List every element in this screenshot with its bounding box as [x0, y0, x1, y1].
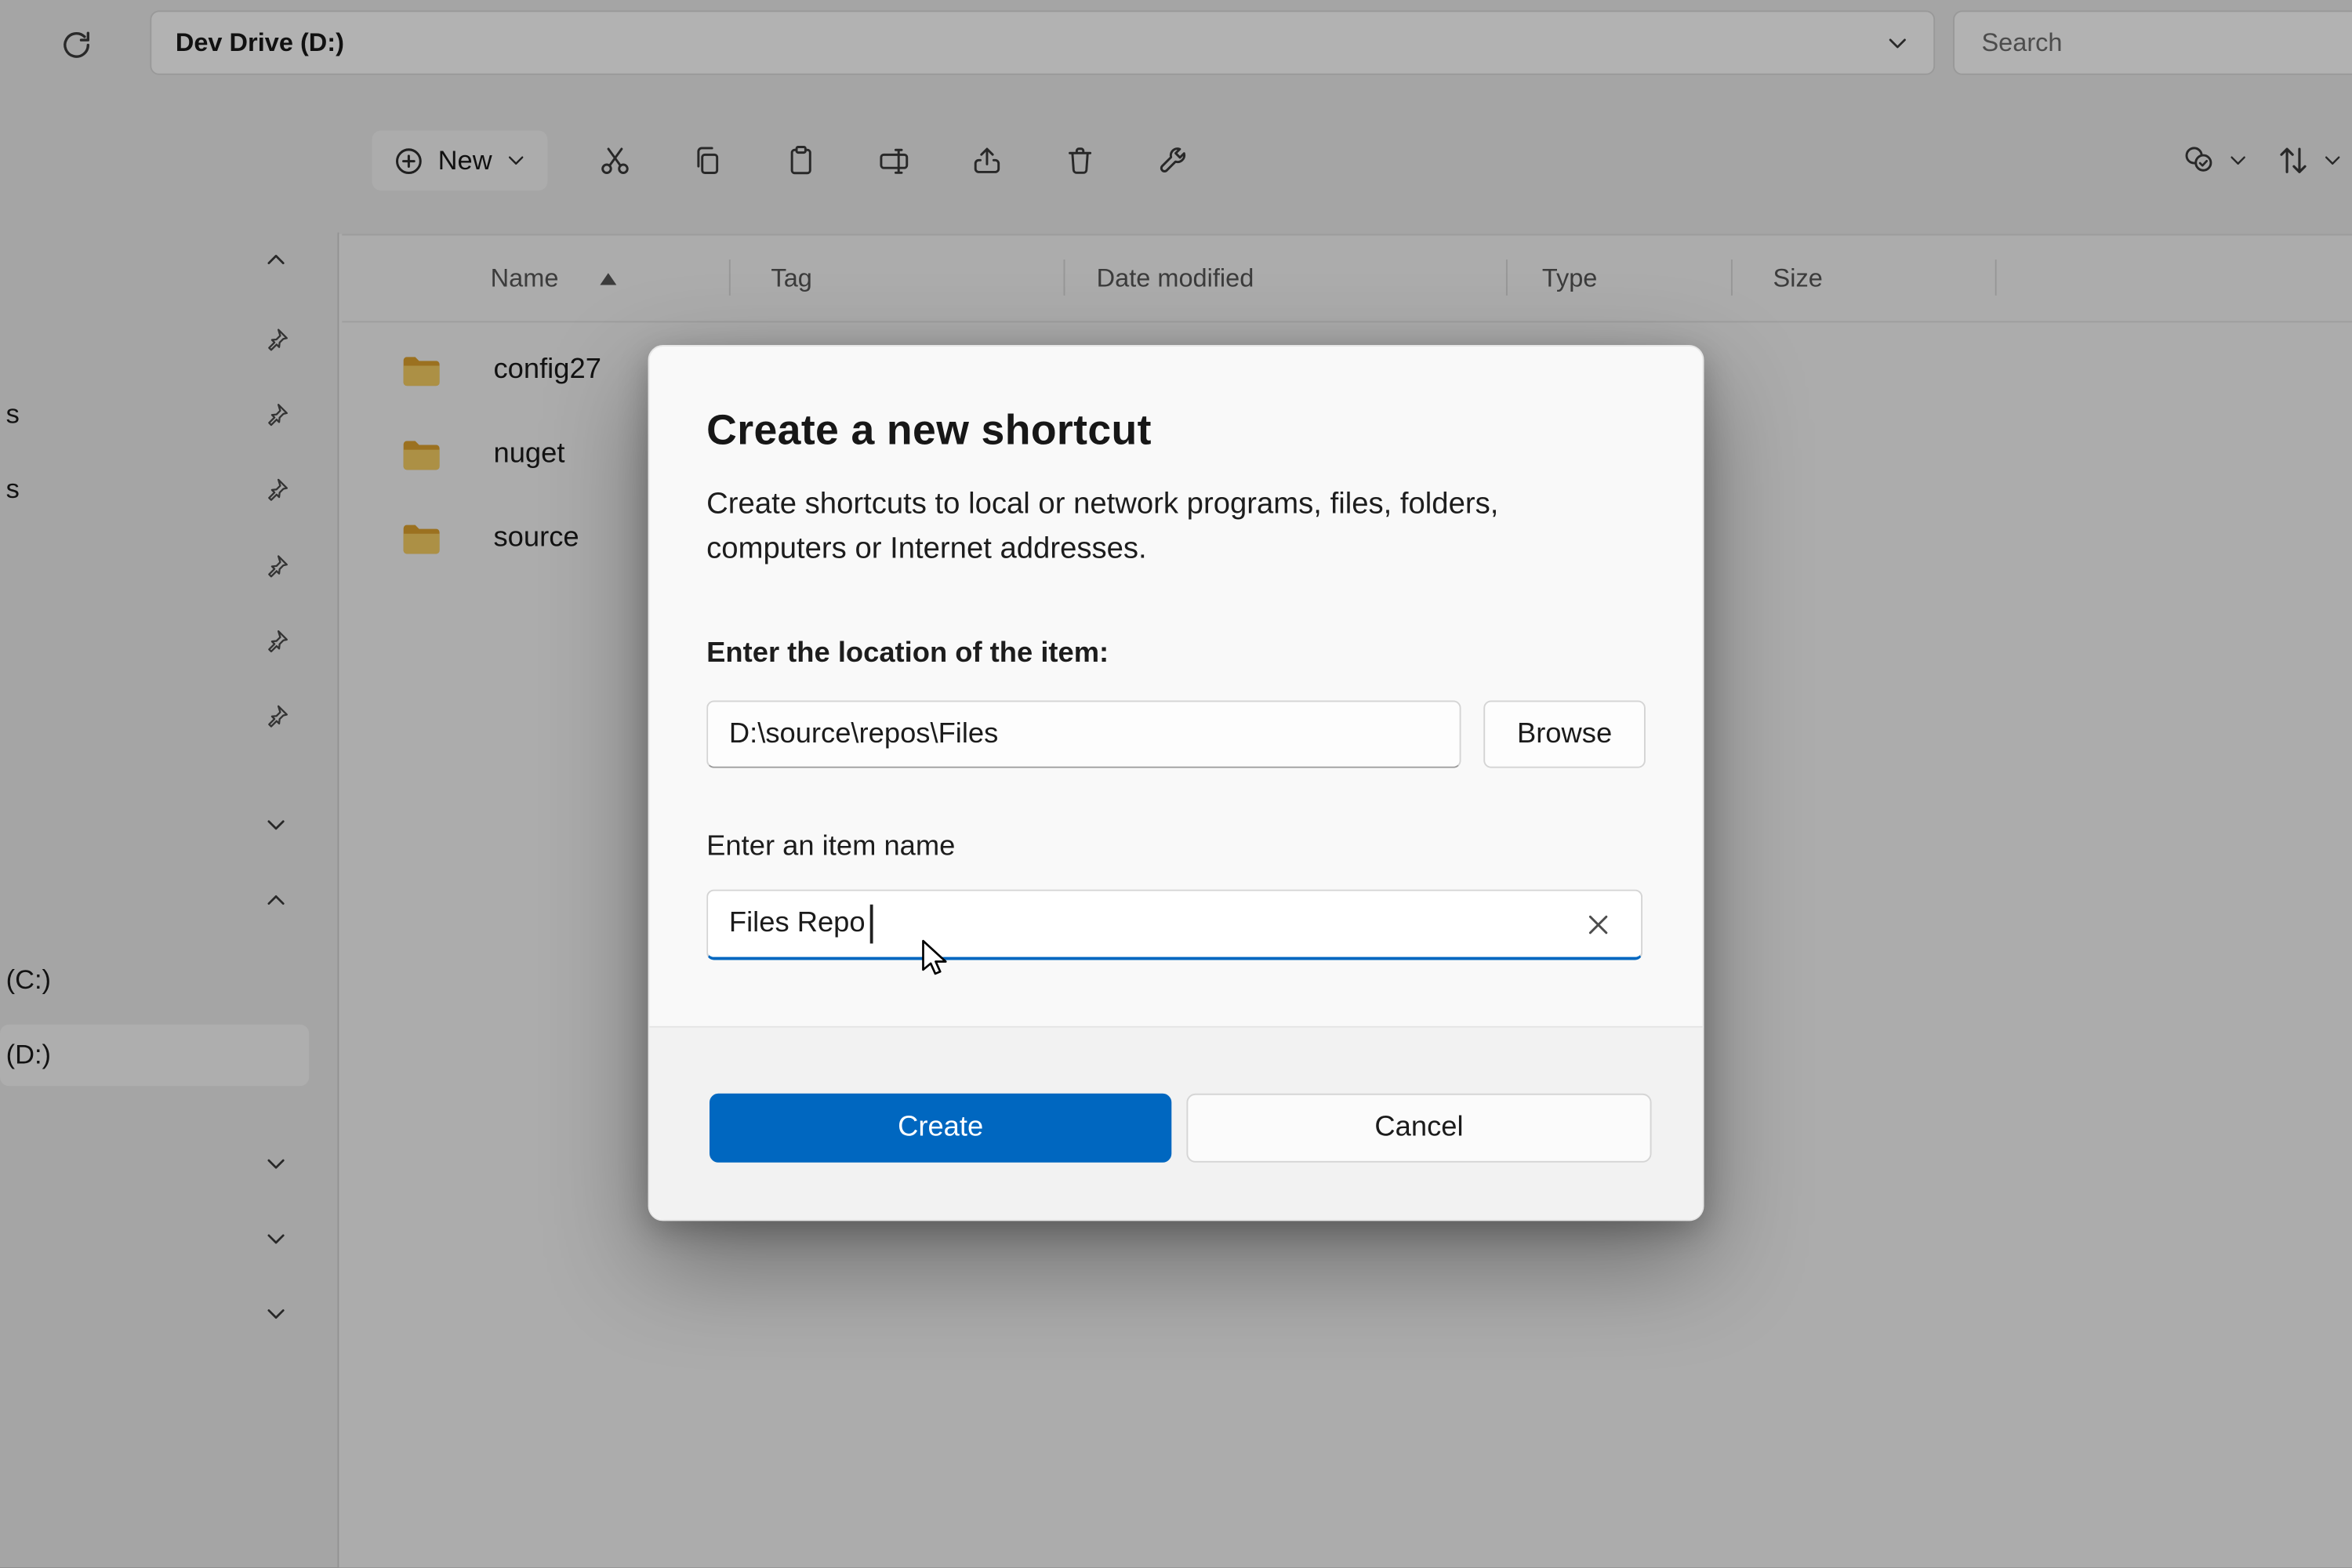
location-input[interactable] [706, 701, 1461, 768]
clear-input-button[interactable] [1575, 902, 1620, 946]
dialog-title: Create a new shortcut [706, 407, 1646, 455]
item-name-value: Files Repo [729, 908, 866, 941]
location-label: Enter the location of the item: [706, 637, 1646, 670]
file-explorer-window: Dev Drive (D:) New [0, 0, 2352, 1567]
dialog-description: Create shortcuts to local or network pro… [706, 481, 1584, 572]
browse-button[interactable]: Browse [1483, 701, 1646, 768]
item-name-input[interactable]: Files Repo [706, 890, 1642, 960]
cancel-button[interactable]: Cancel [1186, 1094, 1651, 1163]
item-name-label: Enter an item name [706, 831, 1646, 864]
mouse-cursor [918, 939, 951, 975]
create-shortcut-dialog: Create a new shortcut Create shortcuts t… [648, 345, 1704, 1221]
dialog-footer: Create Cancel [649, 1026, 1702, 1220]
create-button[interactable]: Create [710, 1094, 1171, 1163]
close-icon [1586, 913, 1609, 935]
browse-button-label: Browse [1517, 718, 1612, 751]
text-caret [869, 905, 873, 944]
cursor-arrow-icon [918, 939, 951, 975]
cancel-button-label: Cancel [1374, 1112, 1463, 1145]
create-button-label: Create [898, 1112, 983, 1145]
